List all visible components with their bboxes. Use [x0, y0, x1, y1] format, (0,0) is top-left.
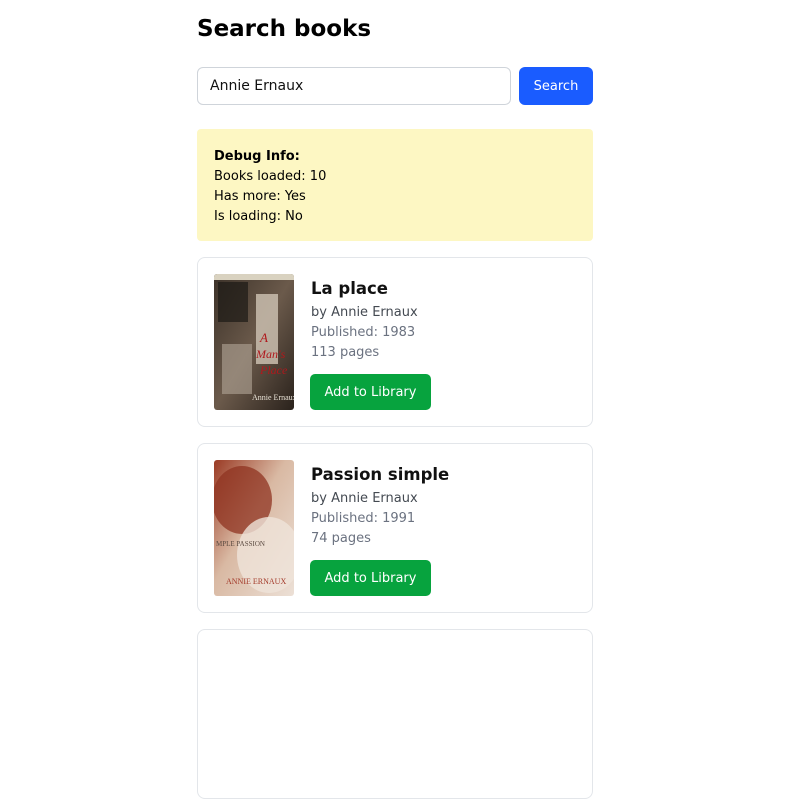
book-published: Published: 1983	[311, 325, 416, 340]
add-to-library-button[interactable]: Add to Library	[310, 374, 431, 410]
book-author: by Annie Ernaux	[311, 305, 418, 320]
book-title: La place	[311, 279, 388, 298]
debug-books-loaded: Books loaded: 10	[214, 169, 327, 184]
book-cover-image: MPLE PASSION ANNIE ERNAUX	[214, 460, 294, 596]
svg-text:Annie Ernaux: Annie Ernaux	[252, 393, 294, 402]
book-cover-image: A Man's Place Annie Ernaux	[214, 274, 294, 410]
book-title: Passion simple	[311, 465, 450, 484]
page-title: Search books	[197, 16, 372, 42]
book-card: MPLE PASSION ANNIE ERNAUX Passion simple…	[197, 443, 593, 613]
svg-text:Place: Place	[259, 363, 288, 377]
debug-has-more: Has more: Yes	[214, 189, 306, 204]
debug-info-panel: Debug Info: Books loaded: 10 Has more: Y…	[197, 129, 593, 241]
search-input[interactable]	[197, 67, 511, 105]
add-to-library-button[interactable]: Add to Library	[310, 560, 431, 596]
book-pages: 74 pages	[311, 531, 371, 546]
book-pages: 113 pages	[311, 345, 380, 360]
svg-text:A: A	[259, 330, 268, 345]
book-card: A Man's Place Annie Ernaux La place by A…	[197, 257, 593, 427]
svg-text:MPLE PASSION: MPLE PASSION	[216, 540, 265, 548]
svg-text:Man's: Man's	[255, 347, 286, 361]
debug-is-loading: Is loading: No	[214, 209, 303, 224]
book-published: Published: 1991	[311, 511, 416, 526]
book-author: by Annie Ernaux	[311, 491, 418, 506]
svg-text:ANNIE ERNAUX: ANNIE ERNAUX	[226, 577, 286, 586]
search-button[interactable]: Search	[519, 67, 593, 105]
book-card	[197, 629, 593, 799]
debug-title: Debug Info:	[214, 149, 300, 164]
